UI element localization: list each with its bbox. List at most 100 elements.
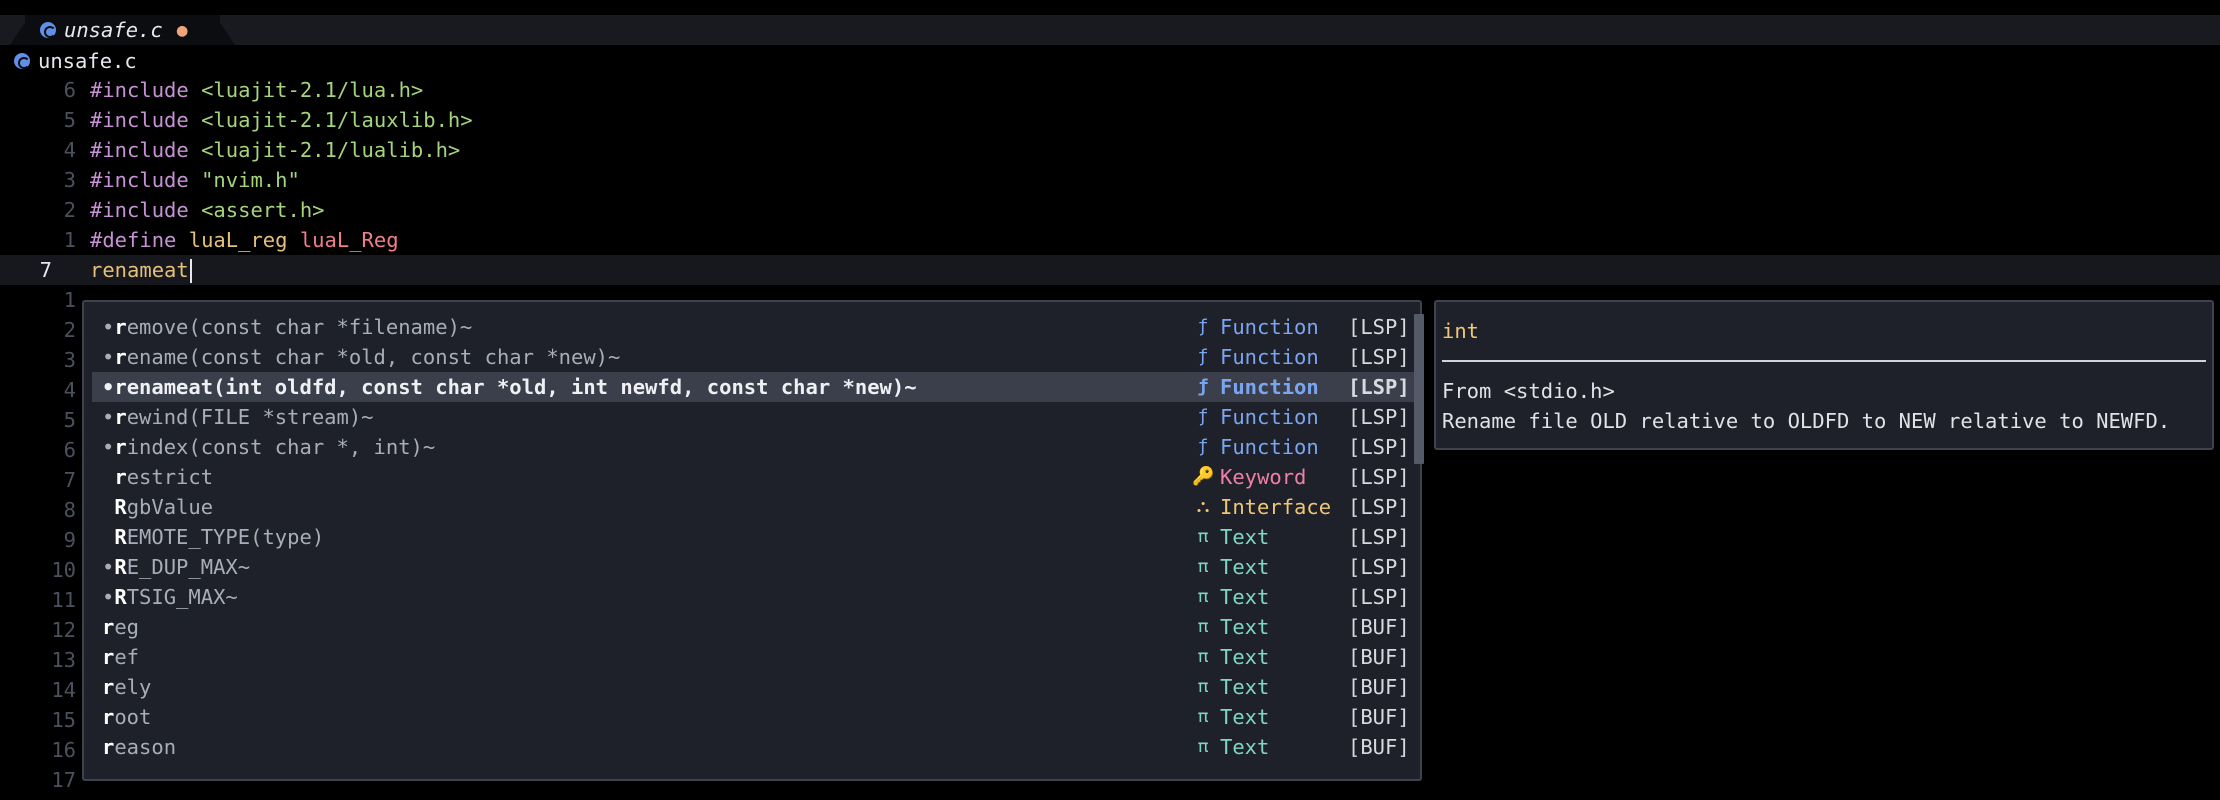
completion-label: •renameat(int oldfd, const char *old, in…	[102, 372, 917, 402]
editor-line[interactable]: 6 #include <luajit-2.1/lua.h>	[0, 75, 2220, 105]
fuzzy-match-char: r	[114, 435, 127, 459]
completion-item[interactable]: •remove(const char *filename)~ ƒ Function […	[92, 312, 1414, 342]
line-number: 9	[63, 528, 76, 552]
completion-kind: π Text	[1192, 522, 1270, 552]
snippet-dot: •	[102, 585, 115, 609]
completion-source: [BUF]	[1348, 735, 1410, 759]
current-line[interactable]: 7 renameat	[0, 255, 2220, 285]
editor-line[interactable]: 4 #include <luajit-2.1/lualib.h>	[0, 135, 2220, 165]
code-token: #include	[90, 78, 202, 102]
function-kind-icon: ƒ	[1197, 346, 1209, 367]
editor-line[interactable]: 1 #define luaL_reg luaL_Reg	[0, 225, 2220, 255]
completion-label-rest: eason	[114, 735, 177, 759]
line-number: 8	[63, 498, 76, 522]
line-code: #include <luajit-2.1/lua.h>	[90, 75, 423, 105]
completion-label-rest: ely	[114, 675, 152, 699]
completion-kind: π Text	[1192, 552, 1270, 582]
completion-scrollbar[interactable]	[1414, 314, 1424, 464]
completion-source: [LSP]	[1348, 555, 1410, 579]
completion-label-rest: index(const char *, int)~	[126, 435, 436, 459]
completion-label-rest: ename(const char *old, const char *new)~	[126, 345, 621, 369]
editor-line[interactable]: 3 #include "nvim.h"	[0, 165, 2220, 195]
text-kind-icon: π	[1197, 586, 1209, 607]
line-code: renameat	[90, 255, 192, 285]
completion-item[interactable]: restrict 🔑 Keyword [LSP]	[92, 462, 1414, 492]
completion-kind-label: Text	[1220, 675, 1270, 699]
editor-line[interactable]: 2 #include <assert.h>	[0, 195, 2220, 225]
code-token: <luajit-2.1/lualib.h>	[201, 138, 461, 162]
docs-signature: int	[1442, 316, 2204, 346]
completion-source: [BUF]	[1348, 705, 1410, 729]
line-number: 11	[51, 588, 76, 612]
completion-label-rest: ef	[114, 645, 140, 669]
completion-item[interactable]: •rewind(FILE *stream)~ ƒ Function [LSP]	[92, 402, 1414, 432]
code-token: <assert.h>	[201, 198, 325, 222]
completion-kind-label: Text	[1220, 615, 1270, 639]
line-number: 3	[63, 168, 76, 192]
completion-kind-label: Function	[1220, 375, 1319, 399]
completion-kind-label: Function	[1220, 315, 1319, 339]
code-token: luaL_reg	[188, 228, 300, 252]
completion-item[interactable]: reg π Text [BUF]	[92, 612, 1414, 642]
line-number: 12	[51, 618, 76, 642]
completion-item[interactable]: rely π Text [BUF]	[92, 672, 1414, 702]
completion-label-rest: estrict	[126, 465, 214, 489]
completion-label-rest: E_DUP_MAX~	[126, 555, 251, 579]
fuzzy-match-char: r	[102, 735, 115, 759]
completion-item[interactable]: •RE_DUP_MAX~ π Text [LSP]	[92, 552, 1414, 582]
completion-item[interactable]: •rename(const char *old, const char *new…	[92, 342, 1414, 372]
completion-kind: ƒ Function	[1192, 312, 1319, 342]
completion-source: [BUF]	[1348, 615, 1410, 639]
completion-label-rest: enameat(int oldfd, const char *old, int …	[126, 375, 917, 399]
text-kind-icon: π	[1197, 646, 1209, 667]
docs-header-source: From <stdio.h>	[1442, 379, 1615, 403]
function-kind-icon: ƒ	[1197, 316, 1209, 337]
completion-label: reg	[102, 612, 139, 642]
text-kind-icon: π	[1197, 706, 1209, 727]
completion-item[interactable]: •rindex(const char *, int)~ ƒ Function [LSP…	[92, 432, 1414, 462]
line-code: #include <luajit-2.1/lualib.h>	[90, 135, 460, 165]
line-number: 5	[63, 408, 76, 432]
completion-source: [LSP]	[1348, 345, 1410, 369]
line-number: 17	[51, 768, 76, 792]
line-number: 7	[39, 258, 52, 282]
snippet-dot	[102, 525, 114, 549]
line-number: 6	[63, 78, 76, 102]
completion-item[interactable]: ref π Text [BUF]	[92, 642, 1414, 672]
completion-source: [LSP]	[1348, 585, 1410, 609]
completion-item[interactable]: root π Text [BUF]	[92, 702, 1414, 732]
completion-label: root	[102, 702, 151, 732]
completion-item-selected[interactable]: •renameat(int oldfd, const char *old, in…	[92, 372, 1414, 402]
completion-item[interactable]: RgbValue ⛬ Interface [LSP]	[92, 492, 1414, 522]
completion-menu[interactable]: •remove(const char *filename)~ ƒ Function[…	[82, 300, 1424, 781]
interface-kind-icon: ⛬	[1196, 496, 1210, 517]
fuzzy-match-char: r	[114, 465, 127, 489]
completion-label: •RTSIG_MAX~	[102, 582, 238, 612]
snippet-dot	[102, 465, 114, 489]
completion-kind-label: Function	[1220, 345, 1319, 369]
completion-kind: 🔑 Keyword	[1192, 462, 1306, 492]
code-token: #include	[90, 168, 202, 192]
completion-label: •rindex(const char *, int)~	[102, 432, 435, 462]
completion-kind-label: Text	[1220, 585, 1270, 609]
tab-right-edge	[215, 15, 235, 45]
tab-unsafe-c[interactable]: unsafe.c ●	[25, 15, 220, 45]
completion-item[interactable]: reason π Text [BUF]	[92, 732, 1414, 762]
completion-label-rest: TSIG_MAX~	[126, 585, 238, 609]
completion-kind-label: Text	[1220, 645, 1270, 669]
completion-item[interactable]: •RTSIG_MAX~ π Text [LSP]	[92, 582, 1414, 612]
snippet-dot	[102, 495, 114, 519]
completion-kind: π Text	[1192, 672, 1270, 702]
fuzzy-match-char: r	[102, 645, 115, 669]
completion-item[interactable]: REMOTE_TYPE(type) π Text [LSP]	[92, 522, 1414, 552]
completion-source: [LSP]	[1348, 315, 1410, 339]
completion-label: •rewind(FILE *stream)~	[102, 402, 374, 432]
docs-description: Rename file OLD relative to OLDFD to NEW…	[1442, 409, 2171, 433]
fuzzy-match-char: r	[102, 615, 115, 639]
editor-line[interactable]: 5 #include <luajit-2.1/lauxlib.h>	[0, 105, 2220, 135]
completion-label: restrict	[102, 462, 213, 492]
completion-kind-label: Keyword	[1220, 465, 1307, 489]
completion-source: [LSP]	[1348, 375, 1410, 399]
line-number: 7	[63, 468, 76, 492]
c-file-icon	[40, 22, 56, 38]
